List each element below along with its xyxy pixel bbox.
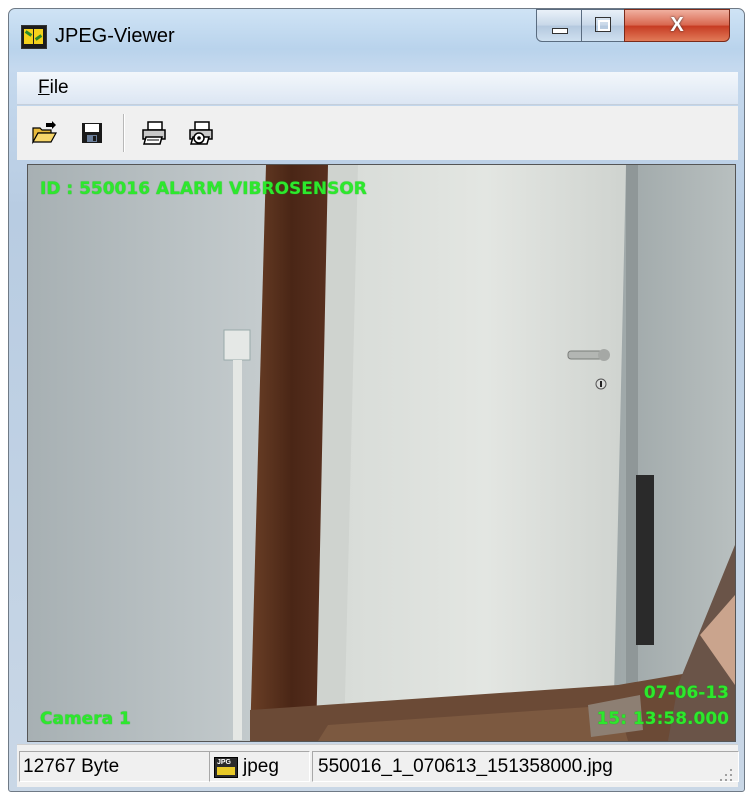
status-bar: 12767 Byte jpeg 550016_1_070613_15135800… [17,744,739,787]
status-format-panel: jpeg [209,751,310,782]
caption-buttons: X [536,9,736,42]
floppy-disk-icon [82,123,102,143]
overlay-date: 07-06-13 [643,683,729,703]
print-button[interactable] [140,120,166,146]
close-icon: X [670,14,684,36]
maximize-icon [595,17,611,32]
print-setup-button[interactable] [187,120,213,146]
resize-grip-icon[interactable] [716,765,734,783]
menu-bar: File [17,72,738,105]
open-button[interactable] [31,120,58,146]
jpeg-viewer-window: JPEG-Viewer X File ID: 550016 ALARM VIB… [0,0,751,795]
camera-snapshot-image [28,165,735,741]
status-file-size: 12767 Byte [19,751,210,782]
jpeg-file-icon [214,757,238,778]
overlay-time: 15: 13:58.000 [596,709,729,729]
menu-file-mnemonic: F [38,77,50,98]
image-view[interactable]: ID : 550016 ALARM VIBROSENSOR Camera 1 0… [27,164,736,742]
overlay-alarm-id: ID : 550016 ALARM VIBROSENSOR [40,179,367,199]
minimize-icon [552,28,568,34]
overlay-camera: Camera 1 [40,709,131,729]
toolbar [17,106,738,160]
minimize-button[interactable] [536,9,582,42]
save-button[interactable] [79,120,105,146]
menu-file[interactable]: File [38,77,69,99]
menu-file-label: ile [49,77,69,98]
toolbar-separator [123,114,125,152]
printer-setup-icon [189,121,213,145]
app-icon [21,25,47,49]
status-filename: 550016_1_070613_151358000.jpg [312,751,739,782]
close-button[interactable]: X [624,9,730,42]
folder-open-icon [31,121,58,145]
maximize-button[interactable] [581,9,625,42]
status-format: jpeg [243,756,279,777]
printer-icon [142,121,166,145]
window-title: JPEG-Viewer [55,25,175,47]
